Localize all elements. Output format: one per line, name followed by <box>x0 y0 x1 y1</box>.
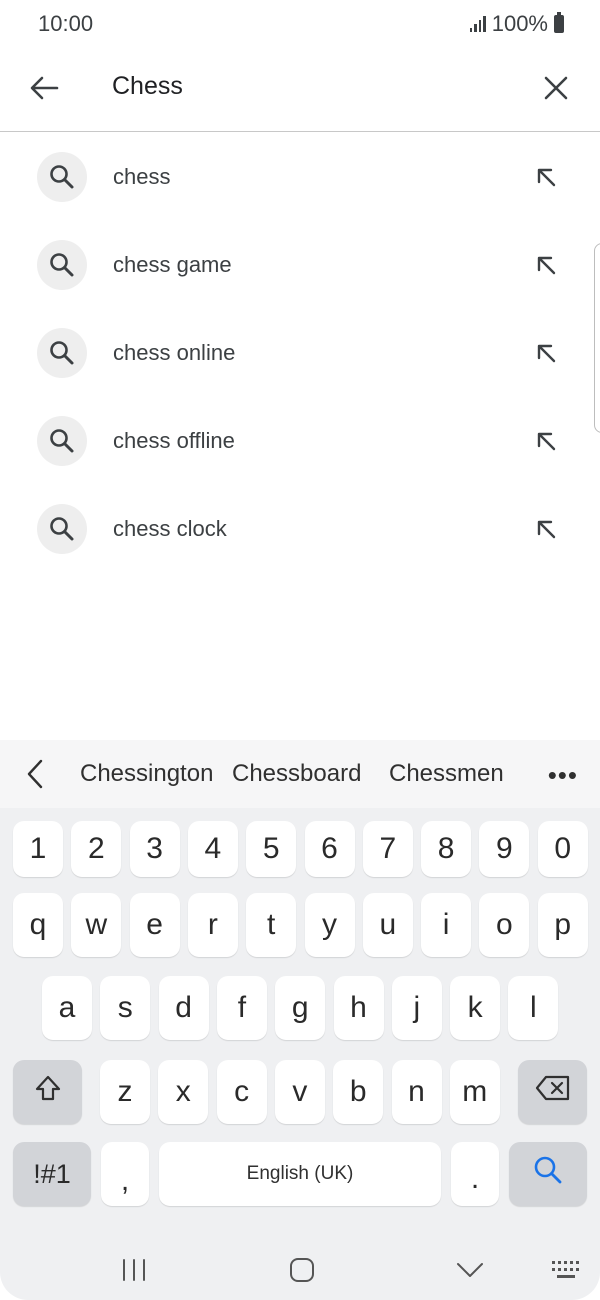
signal-icon <box>469 16 486 32</box>
suggestion-item[interactable]: chess online <box>0 309 600 397</box>
number-key[interactable]: 9 <box>479 821 530 877</box>
arrow-up-left-icon[interactable] <box>532 251 560 279</box>
letter-key[interactable]: b <box>333 1060 384 1124</box>
letter-key[interactable]: g <box>275 976 326 1040</box>
letter-key[interactable]: q <box>13 893 63 957</box>
letter-key[interactable]: u <box>362 893 413 957</box>
recents-icon[interactable] <box>114 1250 154 1290</box>
home-icon[interactable] <box>282 1250 322 1290</box>
letter-key[interactable]: x <box>158 1060 209 1124</box>
navigation-bar <box>0 1240 600 1300</box>
letter-key[interactable]: m <box>449 1060 500 1124</box>
back-arrow-icon[interactable] <box>24 68 64 108</box>
status-bar: 10:00 100% <box>0 0 600 48</box>
search-key[interactable] <box>509 1142 587 1206</box>
status-time: 10:00 <box>38 11 94 36</box>
letter-key[interactable]: o <box>479 893 530 957</box>
prediction-word[interactable]: Chessington <box>80 760 213 788</box>
search-header: Chess <box>0 48 600 132</box>
prediction-word[interactable]: Chessmen <box>389 760 504 788</box>
suggestion-text: chess game <box>113 252 232 277</box>
arrow-up-left-icon[interactable] <box>532 163 560 191</box>
letter-key[interactable]: k <box>450 976 501 1040</box>
letter-key[interactable]: t <box>246 893 297 957</box>
backspace-icon <box>535 1075 571 1109</box>
letter-key[interactable]: l <box>508 976 559 1040</box>
search-icon <box>37 328 87 378</box>
letter-key[interactable]: i <box>421 893 472 957</box>
scroll-handle[interactable] <box>594 243 600 433</box>
letter-key[interactable]: w <box>71 893 122 957</box>
period-key[interactable]: . <box>451 1142 499 1206</box>
letter-key[interactable]: s <box>100 976 151 1040</box>
number-key[interactable]: 1 <box>13 821 63 877</box>
number-key[interactable]: 7 <box>362 821 413 877</box>
shift-key[interactable] <box>13 1060 82 1124</box>
battery-icon <box>554 12 564 33</box>
letter-key[interactable]: z <box>100 1060 150 1124</box>
search-icon <box>37 416 87 466</box>
on-screen-keyboard: Chessington Chessboard Chessmen ••• !#1 … <box>0 740 600 1300</box>
arrow-up-left-icon[interactable] <box>532 427 560 455</box>
letter-key[interactable]: f <box>216 976 267 1040</box>
suggestion-text: chess online <box>113 340 236 365</box>
suggestion-item[interactable]: chess <box>0 133 600 221</box>
letter-key[interactable]: c <box>216 1060 267 1124</box>
letter-key[interactable]: j <box>391 976 442 1040</box>
more-options-icon[interactable]: ••• <box>548 760 578 791</box>
keyboard-icon[interactable] <box>546 1250 586 1290</box>
number-key[interactable]: 8 <box>421 821 472 877</box>
number-key[interactable]: 4 <box>187 821 238 877</box>
status-indicators: 100% <box>469 11 564 37</box>
close-icon[interactable] <box>536 68 576 108</box>
suggestion-list: chess chess game chess online chess offl… <box>0 133 600 573</box>
letter-key[interactable]: d <box>158 976 209 1040</box>
battery-percentage: 100% <box>491 11 548 36</box>
suggestion-text: chess clock <box>113 516 227 541</box>
comma-key[interactable]: , <box>101 1142 149 1206</box>
chevron-left-icon[interactable] <box>20 758 50 790</box>
number-key[interactable]: 0 <box>537 821 588 877</box>
letter-key[interactable]: n <box>391 1060 442 1124</box>
prediction-word[interactable]: Chessboard <box>232 760 361 788</box>
search-icon <box>37 504 87 554</box>
search-input[interactable]: Chess <box>112 72 183 101</box>
arrow-up-left-icon[interactable] <box>532 339 560 367</box>
letter-key[interactable]: r <box>187 893 238 957</box>
letter-key[interactable]: y <box>304 893 355 957</box>
letter-key[interactable]: e <box>129 893 180 957</box>
arrow-up-left-icon[interactable] <box>532 515 560 543</box>
chevron-down-icon[interactable] <box>450 1250 490 1290</box>
number-key[interactable]: 3 <box>129 821 180 877</box>
suggestion-text: chess <box>113 164 171 189</box>
suggestion-item[interactable]: chess offline <box>0 397 600 485</box>
suggestion-text: chess offline <box>113 428 235 453</box>
backspace-key[interactable] <box>518 1060 587 1124</box>
suggestion-item[interactable]: chess game <box>0 221 600 309</box>
symbols-key[interactable]: !#1 <box>13 1142 91 1206</box>
number-key[interactable]: 2 <box>71 821 122 877</box>
search-icon <box>37 240 87 290</box>
letter-key[interactable]: v <box>274 1060 325 1124</box>
search-icon <box>533 1155 563 1193</box>
letter-key[interactable]: a <box>42 976 92 1040</box>
space-key[interactable]: English (UK) <box>159 1142 441 1206</box>
number-key[interactable]: 5 <box>246 821 297 877</box>
number-key[interactable]: 6 <box>304 821 355 877</box>
letter-key[interactable]: p <box>537 893 588 957</box>
prediction-bar: Chessington Chessboard Chessmen ••• <box>0 740 600 808</box>
shift-icon <box>34 1074 62 1110</box>
search-icon <box>37 152 87 202</box>
suggestion-item[interactable]: chess clock <box>0 485 600 573</box>
letter-key[interactable]: h <box>333 976 384 1040</box>
